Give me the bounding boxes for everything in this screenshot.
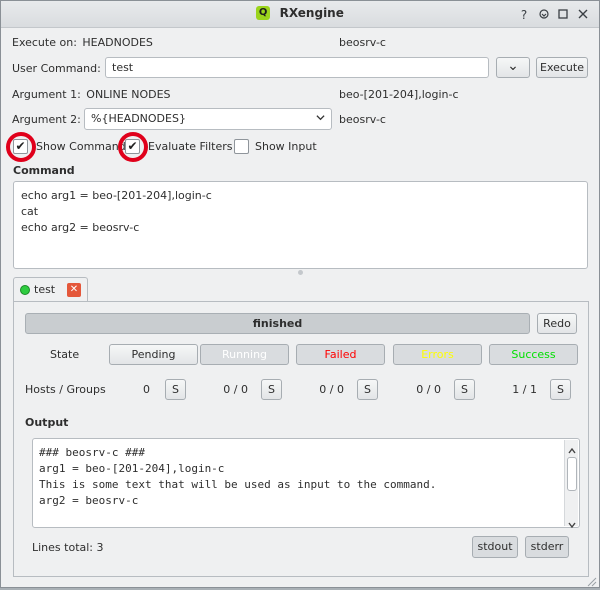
user-command-input[interactable]: test [105,57,489,78]
tab-label: test [34,283,56,296]
status-dot-icon [20,285,30,295]
execute-button[interactable]: Execute [536,57,588,78]
command-section-title: Command [13,164,75,177]
command-line: echo arg1 = beo-[201-204],login-c [21,189,212,202]
command-line: echo arg2 = beosrv-c [21,221,140,234]
app-icon: Q [256,6,271,20]
chevron-down-icon: ⌄ [507,58,519,74]
user-command-label: User Command: [12,62,101,75]
select-failed-button[interactable]: S [357,379,378,400]
command-textarea[interactable]: echo arg1 = beo-[201-204],login-c cat ec… [13,181,588,269]
command-line: cat [21,205,39,218]
hosts-count-failed: 0 / 0 [319,383,344,396]
progress-label: finished [252,317,303,330]
state-success-label: Success [511,348,556,361]
state-label: State [50,348,80,361]
argument2-select[interactable]: %{HEADNODES} [84,108,332,130]
state-running[interactable]: Running [200,344,289,365]
show-command-label: Show Command [36,140,126,153]
state-success[interactable]: Success [489,344,578,365]
state-failed-label: Failed [324,348,357,361]
output-section-title: Output [25,416,69,429]
maximize-icon[interactable] [554,6,572,24]
hosts-count-success: 1 / 1 [512,383,537,396]
output-line: arg1 = beo-[201-204],login-c [39,462,225,475]
state-pending[interactable]: Pending [109,344,198,365]
close-tab-icon[interactable]: ✕ [67,283,81,297]
tab-test[interactable]: test ✕ [13,277,88,302]
argument1-label: Argument 1: ONLINE NODES [12,88,171,101]
title-bar: Q RXengine ? [1,1,599,28]
argument1-result: beo-[201-204],login-c [339,88,459,101]
execute-on-caption: Execute on: [12,36,77,49]
stdout-button[interactable]: stdout [472,536,518,558]
execute-on-result: beosrv-c [339,36,386,49]
close-icon[interactable] [574,6,592,24]
output-line: This is some text that will be used as i… [39,478,437,491]
output-line: arg2 = beosrv-c [39,494,139,507]
show-input-checkbox[interactable] [234,139,249,154]
select-pending-button[interactable]: S [165,379,186,400]
select-errors-button[interactable]: S [454,379,475,400]
tab-panel: finished Redo State Pending Running Fail… [13,301,589,577]
window-title: RXengine [279,6,344,20]
lines-total: Lines total: 3 [32,541,104,554]
redo-button[interactable]: Redo [537,313,577,334]
chevron-down-icon [316,109,325,129]
execute-on-value: HEADNODES [82,36,153,49]
progress-bar: finished [25,313,530,334]
hosts-count-running: 0 / 0 [223,383,248,396]
select-success-button[interactable]: S [550,379,571,400]
argument2-label: Argument 2: [12,113,81,126]
execute-on-label: Execute on: HEADNODES [12,36,153,49]
argument1-caption: Argument 1: [12,88,81,101]
state-failed[interactable]: Failed [296,344,385,365]
hosts-groups-label: Hosts / Groups [25,383,106,396]
scrollbar-handle[interactable] [567,457,577,491]
splitter-handle[interactable] [298,270,303,275]
state-running-label: Running [221,348,268,361]
evaluate-filters-checkbox[interactable]: ✔ [125,139,140,154]
show-command-checkbox[interactable]: ✔ [13,139,28,154]
chevron-down-icon[interactable] [568,517,576,533]
output-line: ### beosrv-c ### [39,446,145,459]
state-errors[interactable]: Errors [393,344,482,365]
state-errors-label: Errors [421,348,454,361]
argument1-value: ONLINE NODES [86,88,171,101]
argument2-result: beosrv-c [339,113,386,126]
help-icon[interactable]: ? [515,6,533,24]
resize-grip-icon[interactable] [585,575,597,587]
main-window: Q RXengine ? Execute on: HEADNODES beosr… [0,0,600,588]
state-pending-label: Pending [131,348,176,361]
stderr-button[interactable]: stderr [525,536,569,558]
show-input-label: Show Input [255,140,317,153]
argument2-value: %{HEADNODES} [91,112,186,125]
output-scrollbar[interactable] [564,440,578,529]
evaluate-filters-label: Evaluate Filters [148,140,233,153]
hosts-count-errors: 0 / 0 [416,383,441,396]
minimize-icon[interactable] [535,6,553,24]
history-dropdown-button[interactable]: ⌄ [496,57,530,78]
hosts-count-pending: 0 [143,383,150,396]
output-textarea[interactable]: ### beosrv-c ### arg1 = beo-[201-204],lo… [32,438,580,529]
select-running-button[interactable]: S [261,379,282,400]
